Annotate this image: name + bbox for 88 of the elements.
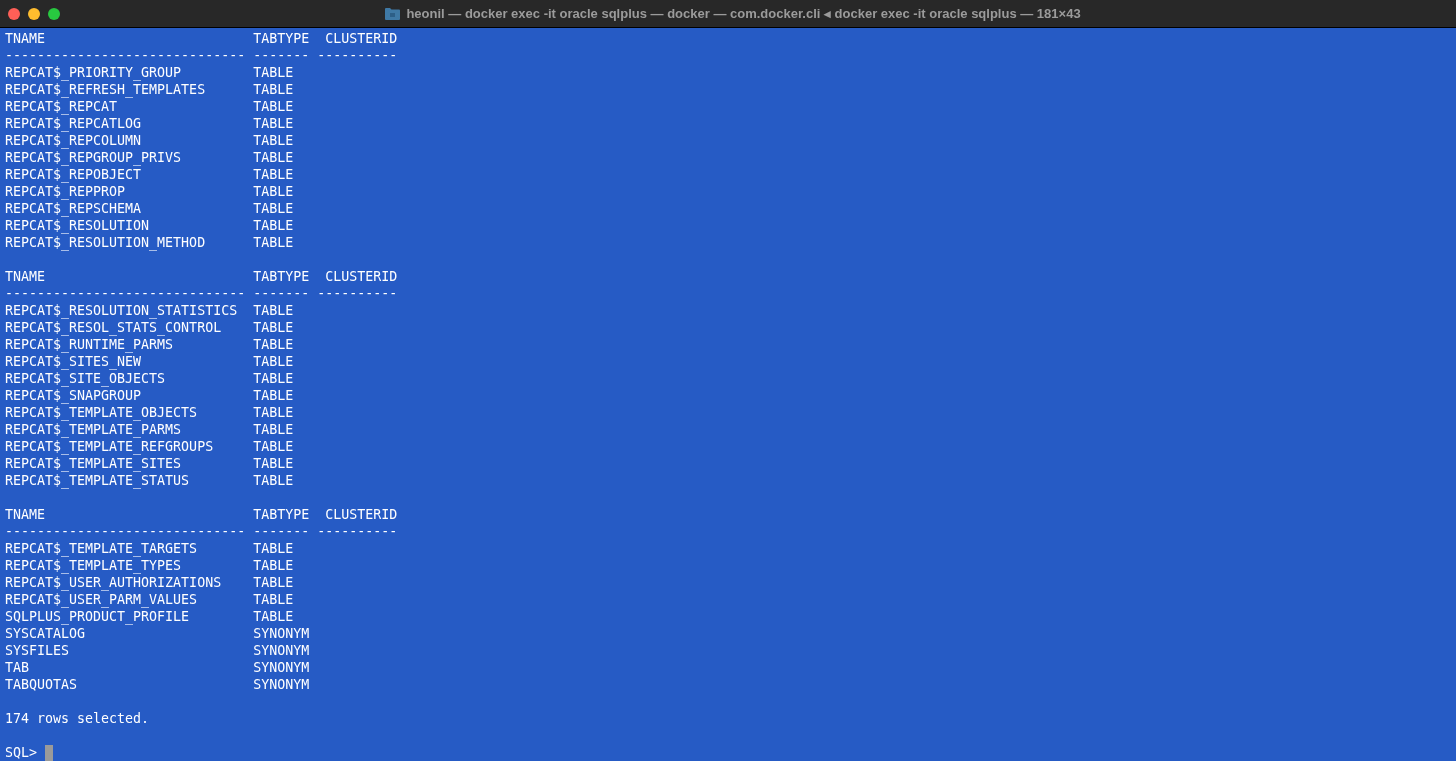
column-rule: ---------- [317, 48, 398, 63]
table-name: REPCAT$_USER_AUTHORIZATIONS [5, 575, 222, 590]
table-type: TABLE [253, 371, 294, 386]
column-heading: TABTYPE [253, 269, 310, 284]
table-type: TABLE [253, 405, 294, 420]
table-type: TABLE [253, 201, 294, 216]
column-heading: TNAME [5, 269, 46, 284]
table-type: TABLE [253, 592, 294, 607]
table-type: SYNONYM [253, 677, 310, 692]
table-type: TABLE [253, 167, 294, 182]
table-name: REPCAT$_SITE_OBJECTS [5, 371, 166, 386]
table-name: REPCAT$_RESOL_STATS_CONTROL [5, 320, 222, 335]
table-name: REPCAT$_REPPROP [5, 184, 126, 199]
table-name: REPCAT$_REFRESH_TEMPLATES [5, 82, 206, 97]
table-type: TABLE [253, 303, 294, 318]
table-name: REPCAT$_TEMPLATE_TARGETS [5, 541, 198, 556]
table-type: TABLE [253, 354, 294, 369]
table-type: SYNONYM [253, 643, 310, 658]
close-button[interactable] [8, 7, 20, 20]
table-type: TABLE [253, 150, 294, 165]
column-rule: ------- [253, 286, 310, 301]
column-rule: ---------- [317, 524, 398, 539]
table-name: REPCAT$_PRIORITY_GROUP [5, 65, 182, 80]
table-name: REPCAT$_REPCOLUMN [5, 133, 142, 148]
column-heading: CLUSTERID [325, 269, 398, 284]
folder-icon [385, 7, 401, 20]
result-summary: 174 rows selected. [5, 711, 150, 726]
table-type: TABLE [253, 82, 294, 97]
table-name: REPCAT$_REPSCHEMA [5, 201, 142, 216]
table-type: TABLE [253, 218, 294, 233]
table-type: TABLE [253, 609, 294, 624]
table-type: TABLE [253, 422, 294, 437]
table-type: SYNONYM [253, 660, 310, 675]
table-name: REPCAT$_SNAPGROUP [5, 388, 142, 403]
text-cursor [45, 744, 54, 761]
table-name: REPCAT$_RESOLUTION [5, 218, 150, 233]
column-rule: ------------------------------ [5, 524, 246, 539]
table-name: REPCAT$_RESOLUTION_STATISTICS [5, 303, 238, 318]
table-type: TABLE [253, 575, 294, 590]
column-rule: ------------------------------ [5, 48, 246, 63]
table-name: REPCAT$_TEMPLATE_STATUS [5, 473, 190, 488]
column-heading: CLUSTERID [325, 507, 398, 522]
table-type: TABLE [253, 439, 294, 454]
table-name: REPCAT$_RESOLUTION_METHOD [5, 235, 206, 250]
table-name: SYSFILES [5, 643, 70, 658]
command-prompt: SQL> [5, 744, 38, 761]
column-rule: ------- [253, 48, 310, 63]
table-name: REPCAT$_TEMPLATE_TYPES [5, 558, 182, 573]
column-heading: TABTYPE [253, 507, 310, 522]
table-name: REPCAT$_TEMPLATE_SITES [5, 456, 182, 471]
column-heading: TABTYPE [253, 31, 310, 46]
table-name: REPCAT$_SITES_NEW [5, 354, 142, 369]
table-name: REPCAT$_REPCATLOG [5, 116, 142, 131]
column-heading: TNAME [5, 31, 46, 46]
table-name: REPCAT$_REPOBJECT [5, 167, 142, 182]
table-name: REPCAT$_TEMPLATE_PARMS [5, 422, 182, 437]
table-type: TABLE [253, 99, 294, 114]
table-name: REPCAT$_USER_PARM_VALUES [5, 592, 198, 607]
column-rule: ---------- [317, 286, 398, 301]
table-type: SYNONYM [253, 626, 310, 641]
table-name: REPCAT$_REPCAT [5, 99, 118, 114]
table-type: TABLE [253, 65, 294, 80]
table-type: TABLE [253, 456, 294, 471]
table-type: TABLE [253, 541, 294, 556]
table-name: REPCAT$_TEMPLATE_OBJECTS [5, 405, 198, 420]
table-type: TABLE [253, 184, 294, 199]
table-name: REPCAT$_REPGROUP_PRIVS [5, 150, 182, 165]
table-type: TABLE [253, 235, 294, 250]
table-name: TABQUOTAS [5, 677, 78, 692]
column-rule: ------- [253, 524, 310, 539]
table-type: TABLE [253, 558, 294, 573]
column-heading: TNAME [5, 507, 46, 522]
window-title: heonil — docker exec -it oracle sqlplus — docker — com.docker.cli ◂ docker exec -it oracle sqlplus — 181×43 [406, 4, 1081, 23]
column-rule: ------------------------------ [5, 286, 246, 301]
column-heading: CLUSTERID [325, 31, 398, 46]
table-name: REPCAT$_TEMPLATE_REFGROUPS [5, 439, 214, 454]
table-type: TABLE [253, 320, 294, 335]
table-type: TABLE [253, 116, 294, 131]
minimize-button[interactable] [28, 7, 40, 20]
table-name: REPCAT$_RUNTIME_PARMS [5, 337, 174, 352]
table-type: TABLE [253, 388, 294, 403]
table-type: TABLE [253, 133, 294, 148]
table-type: TABLE [253, 337, 294, 352]
zoom-button[interactable] [48, 7, 60, 20]
table-name: SQLPLUS_PRODUCT_PROFILE [5, 609, 190, 624]
table-type: TABLE [253, 473, 294, 488]
table-name: TAB [5, 660, 30, 675]
table-name: SYSCATALOG [5, 626, 86, 641]
